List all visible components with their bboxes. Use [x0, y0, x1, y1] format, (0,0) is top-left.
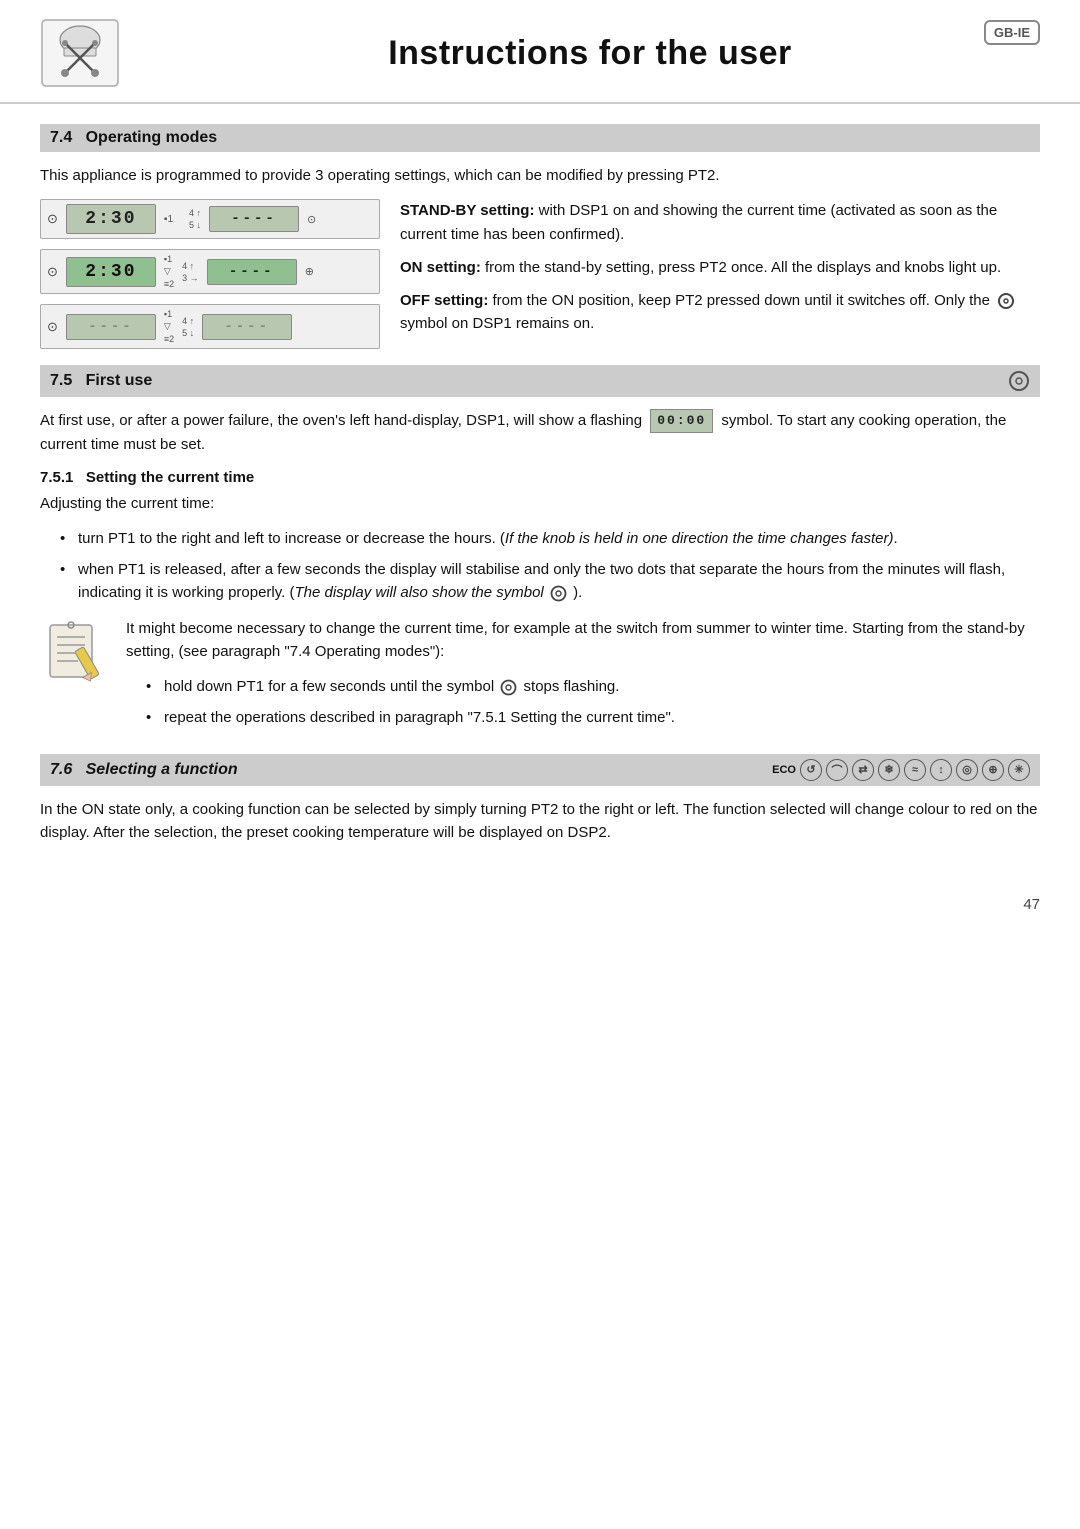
off-time-display: ---- — [66, 314, 156, 340]
off-desc: OFF setting: from the ON position, keep … — [400, 289, 1040, 336]
standby-label: STAND-BY setting: — [400, 202, 534, 219]
country-badge: GB-IE — [984, 20, 1040, 45]
standby-display: ⊙ 2:30 ▪1 4 ↑ 5 ↓ ---- ⊙ — [40, 199, 380, 239]
func-icon-8: ⊕ — [982, 759, 1004, 781]
standby-desc: STAND-BY setting: with DSP1 on and showi… — [400, 199, 1040, 246]
on-right-icon: ⊕ — [305, 265, 314, 278]
smiley-icon-note — [500, 679, 517, 696]
note-bullet-2: repeat the operations described in parag… — [146, 706, 1040, 729]
off-right-dots: 4 ↑ 5 ↓ — [182, 316, 194, 338]
function-icons-row: ECO ↺ ⌒ ⇄ ❄ ≈ ↕ ◎ ⊕ ✳ — [772, 759, 1030, 781]
subsection-7-5-1-header: 7.5.1 Setting the current time — [40, 469, 1040, 486]
func-icon-6: ↕ — [930, 759, 952, 781]
on-text: from the stand-by setting, press PT2 onc… — [485, 259, 1001, 276]
func-icon-5: ≈ — [904, 759, 926, 781]
page-header: Instructions for the user GB-IE — [0, 0, 1080, 104]
bullet-item-2: when PT1 is released, after a few second… — [60, 558, 1040, 605]
logo-icon — [40, 18, 120, 88]
note-text-block: It might become necessary to change the … — [126, 617, 1040, 742]
bullet-item-1: turn PT1 to the right and left to increa… — [60, 527, 1040, 550]
section-7-5-header: 7.5 First use — [40, 365, 1040, 397]
section-7-4-header: 7.4 Operating modes — [40, 124, 1040, 152]
standby-right-icon: ⊙ — [307, 213, 316, 226]
off-clock-icon: ⊙ — [47, 319, 58, 335]
page-title: Instructions for the user — [140, 34, 1040, 73]
section-7-6-title: 7.6 Selecting a function — [50, 761, 238, 779]
operating-modes-row: ⊙ 2:30 ▪1 4 ↑ 5 ↓ ---- ⊙ ⊙ 2:30 ▪1 — [40, 199, 1040, 349]
standby-time-display: 2:30 — [66, 204, 156, 234]
section-7-4-intro: This appliance is programmed to provide … — [40, 164, 1040, 187]
off-display: ⊙ ---- ▪1 ▽ ≡2 4 ↑ 5 ↓ ---- — [40, 304, 380, 349]
func-icon-2: ⌒ — [826, 759, 848, 781]
on-display: ⊙ 2:30 ▪1 ▽ ≡2 4 ↑ 3 → ---- ⊕ — [40, 249, 380, 294]
on-right-dots: 4 ↑ 3 → — [182, 261, 199, 283]
on-desc: ON setting: from the stand-by setting, p… — [400, 256, 1040, 279]
off-right-display: ---- — [202, 314, 292, 340]
note-bullets: hold down PT1 for a few seconds until th… — [146, 675, 1040, 730]
section-7-5-smiley-icon — [1008, 370, 1030, 392]
notepad-icon — [40, 617, 110, 687]
standby-clock-icon: ⊙ — [47, 211, 58, 227]
section-7-5-title: 7.5 First use — [50, 372, 152, 390]
func-icon-4: ❄ — [878, 759, 900, 781]
display-panels: ⊙ 2:30 ▪1 4 ↑ 5 ↓ ---- ⊙ ⊙ 2:30 ▪1 — [40, 199, 380, 349]
section-7-4-title: 7.4 Operating modes — [50, 129, 217, 147]
off-text2: symbol on DSP1 remains on. — [400, 315, 594, 332]
flashing-time-symbol: 00:00 — [650, 409, 713, 433]
off-text: from the ON position, keep PT2 pressed d… — [493, 292, 990, 309]
modes-descriptions: STAND-BY setting: with DSP1 on and showi… — [400, 199, 1040, 345]
section-7-5-intro: At first use, or after a power failure, … — [40, 409, 1040, 456]
on-right-display: ---- — [207, 259, 297, 285]
smiley-icon-bullet2 — [550, 585, 567, 602]
on-clock-icon: ⊙ — [47, 264, 58, 280]
standby-indicators: ▪1 — [164, 214, 173, 225]
on-time-display: 2:30 — [66, 257, 156, 287]
adjusting-label: Adjusting the current time: — [40, 492, 1040, 515]
func-icon-9: ✳ — [1008, 759, 1030, 781]
on-indicators: ▪1 ▽ ≡2 — [164, 254, 174, 289]
func-icon-1: ↺ — [800, 759, 822, 781]
setting-bullets: turn PT1 to the right and left to increa… — [60, 527, 1040, 605]
on-label: ON setting: — [400, 259, 481, 276]
page-number: 47 — [0, 886, 1080, 923]
func-icon-3: ⇄ — [852, 759, 874, 781]
note-bullet-1: hold down PT1 for a few seconds until th… — [146, 675, 1040, 698]
note-block: It might become necessary to change the … — [40, 617, 1040, 742]
standby-right-display: ---- — [209, 206, 299, 232]
standby-right-dots: 4 ↑ 5 ↓ — [189, 208, 201, 230]
note-intro: It might become necessary to change the … — [126, 617, 1040, 664]
page-content: 7.4 Operating modes This appliance is pr… — [0, 104, 1080, 886]
eco-label: ECO — [772, 764, 796, 776]
func-icon-7: ◎ — [956, 759, 978, 781]
off-label: OFF setting: — [400, 292, 488, 309]
smiley-icon-offtext — [997, 292, 1015, 310]
section-7-6-header: 7.6 Selecting a function ECO ↺ ⌒ ⇄ ❄ ≈ ↕… — [40, 754, 1040, 786]
off-indicators: ▪1 ▽ ≡2 — [164, 309, 174, 344]
section-7-6-intro: In the ON state only, a cooking function… — [40, 798, 1040, 845]
